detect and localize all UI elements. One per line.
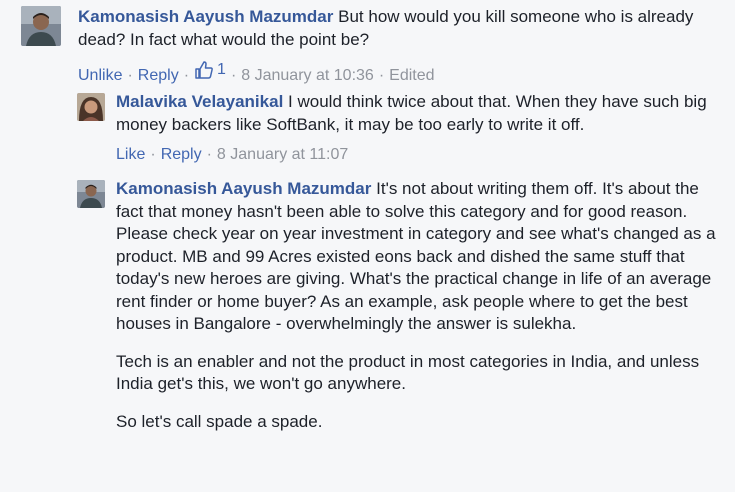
avatar[interactable] xyxy=(77,93,105,121)
comment-text: Malavika Velayanikal I would think twice… xyxy=(116,91,717,136)
unlike-link[interactable]: Unlike xyxy=(78,67,122,84)
reply-kamonasish: Kamonasish Aayush Mazumdar It's not abou… xyxy=(77,178,717,433)
comment-timestamp[interactable]: 8 January at 11:07 xyxy=(217,146,348,163)
reply-link[interactable]: Reply xyxy=(161,146,202,163)
comment-author[interactable]: Kamonasish Aayush Mazumdar xyxy=(78,7,333,26)
reply-malavika: Malavika Velayanikal I would think twice… xyxy=(77,91,717,165)
comment-actions: Like · Reply · 8 January at 11:07 xyxy=(116,146,349,163)
reply-link[interactable]: Reply xyxy=(138,67,179,84)
comment-text: Kamonasish Aayush Mazumdar It's not abou… xyxy=(116,178,717,433)
avatar[interactable] xyxy=(21,6,61,46)
comment-kamonasish-1: Kamonasish Aayush Mazumdar But how would… xyxy=(21,6,721,86)
like-count[interactable]: 1 xyxy=(194,60,226,80)
comment-paragraph: Tech is an enabler and not the product i… xyxy=(116,351,700,394)
comment-timestamp[interactable]: 8 January at 10:36 xyxy=(241,67,374,84)
comment-text: Kamonasish Aayush Mazumdar But how would… xyxy=(78,6,721,51)
like-link[interactable]: Like xyxy=(116,146,145,163)
comment-thread: Kamonasish Aayush Mazumdar But how would… xyxy=(0,0,735,492)
thumbs-up-icon xyxy=(195,61,213,79)
edited-label[interactable]: Edited xyxy=(389,67,434,84)
comment-actions: Unlike · Reply · 1 · 8 January at 10:36 · Edited xyxy=(78,60,435,84)
comment-author[interactable]: Malavika Velayanikal xyxy=(116,92,283,111)
comment-paragraph: So let's call spade a spade. xyxy=(116,411,323,431)
comment-paragraph: Kamonasish Aayush Mazumdar It's not abou… xyxy=(116,179,716,333)
like-count-value: 1 xyxy=(217,61,226,78)
comment-author[interactable]: Kamonasish Aayush Mazumdar xyxy=(116,179,371,198)
avatar[interactable] xyxy=(77,180,105,208)
